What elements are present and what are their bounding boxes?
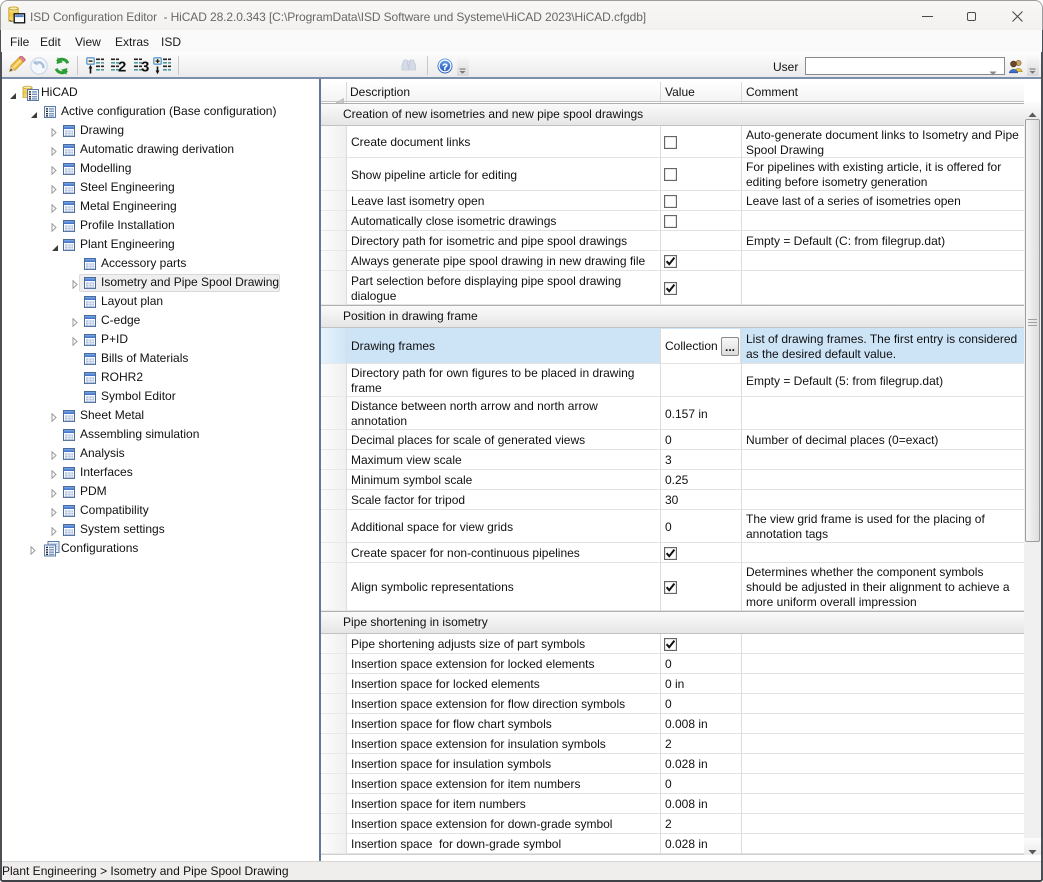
svg-text:?: ? — [442, 62, 448, 73]
svg-text:3: 3 — [141, 59, 149, 76]
svg-text:2: 2 — [118, 59, 126, 76]
